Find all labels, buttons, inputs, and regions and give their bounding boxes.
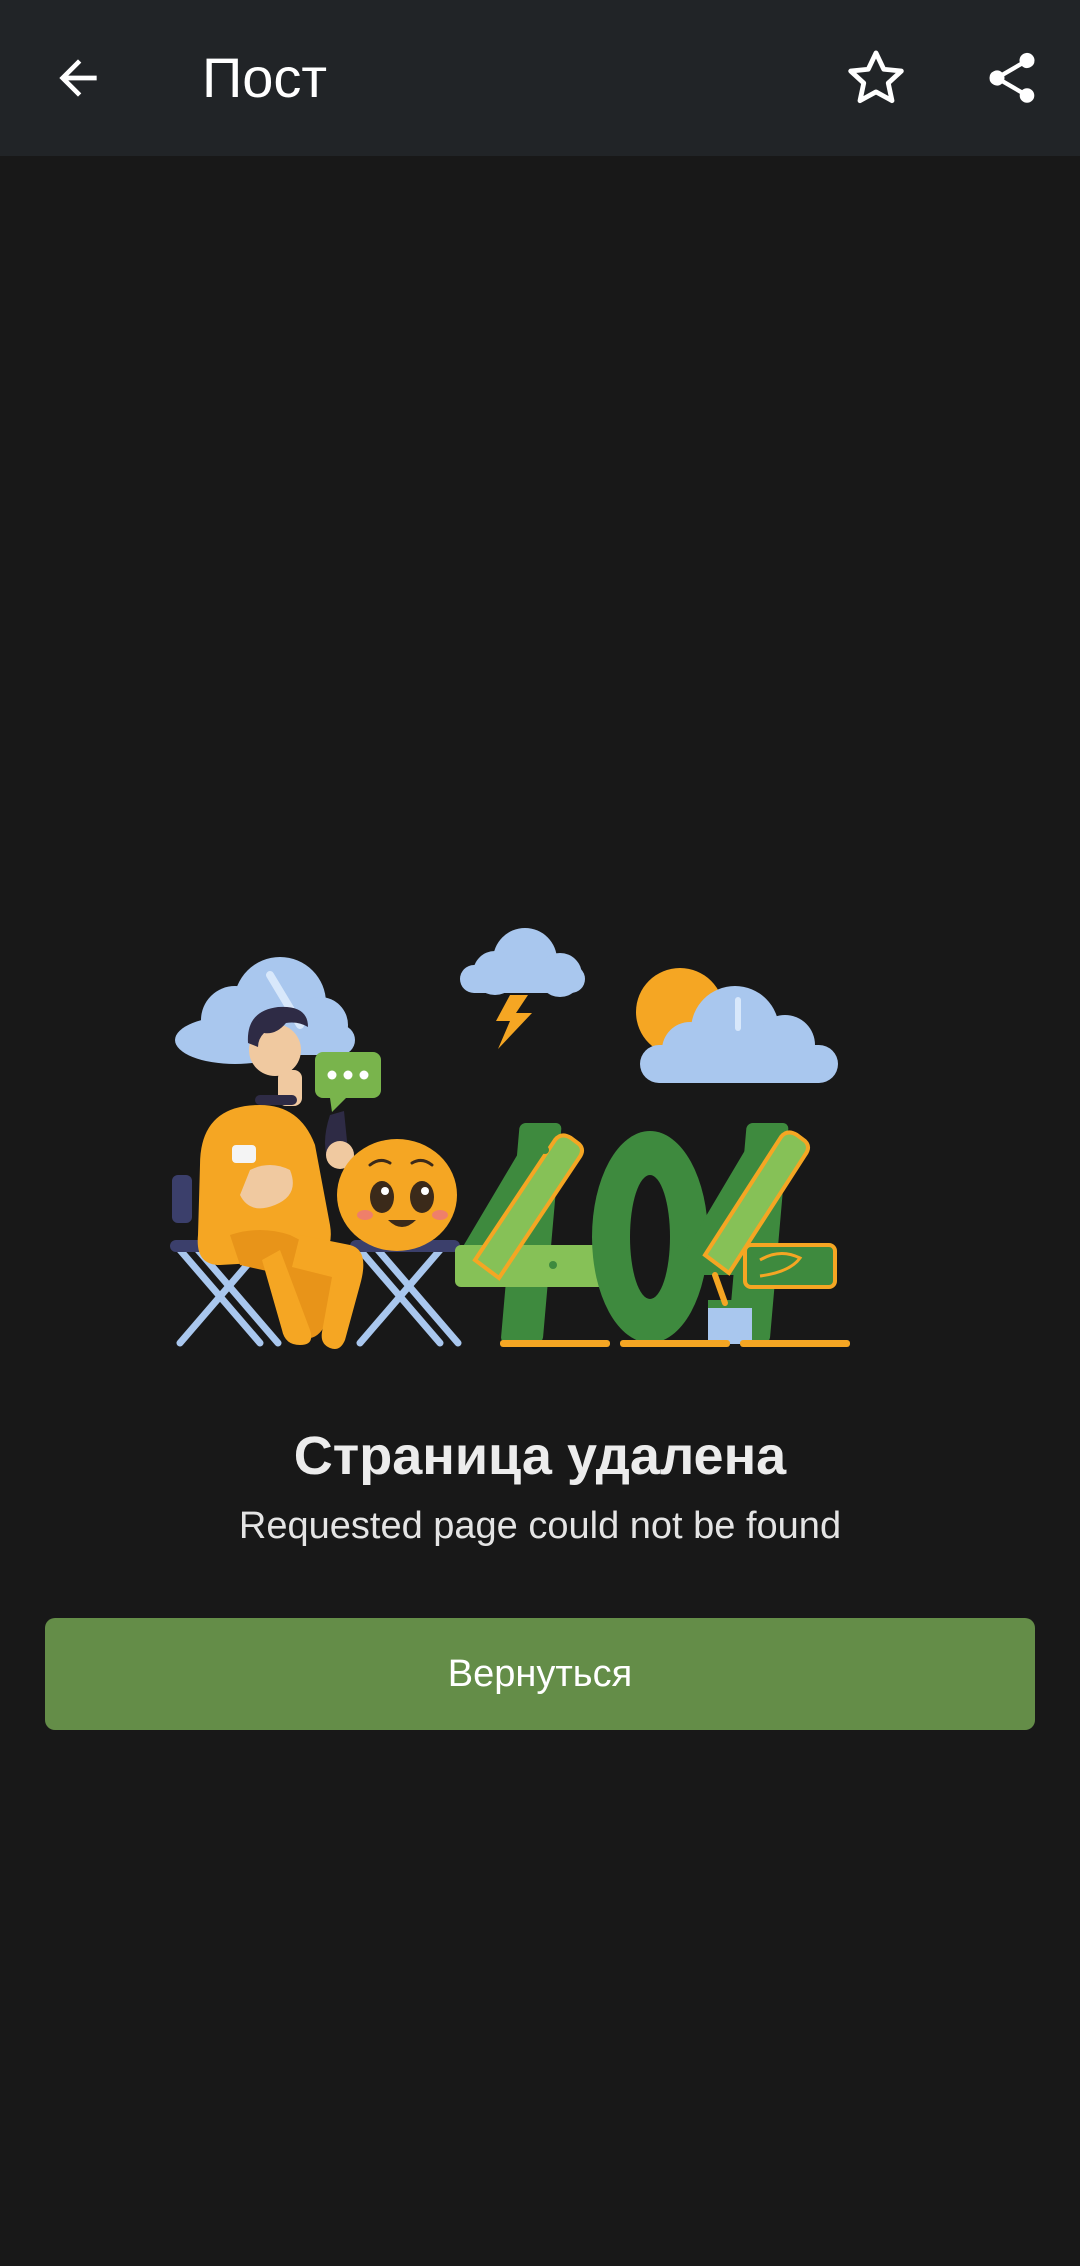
app-screen: Пост Страница удалена Requested page cou… [0, 0, 1080, 2266]
digit-four-left [455, 1123, 615, 1343]
storm-cloud [460, 928, 585, 1049]
digit-zero [592, 1131, 708, 1343]
ground-planks [500, 1340, 850, 1347]
favorite-button[interactable] [828, 30, 924, 126]
error-message: Requested page could not be found [238, 1505, 842, 1547]
star-outline-icon [848, 50, 904, 104]
error-404-illustration [170, 928, 850, 1349]
return-button[interactable]: Вернуться [45, 1618, 1035, 1730]
arrow-left-icon [59, 59, 97, 97]
share-button[interactable] [964, 30, 1060, 126]
top-app-bar: Пост [0, 0, 1080, 156]
sun-cloud [636, 968, 838, 1083]
error-heading: Страница удалена [293, 1426, 787, 1486]
page-title: Пост [202, 46, 328, 109]
share-icon [989, 52, 1035, 103]
speech-bubble [315, 1052, 381, 1112]
blob-character [337, 1139, 457, 1251]
back-button[interactable] [30, 30, 126, 126]
digit-four-right [680, 1123, 837, 1343]
